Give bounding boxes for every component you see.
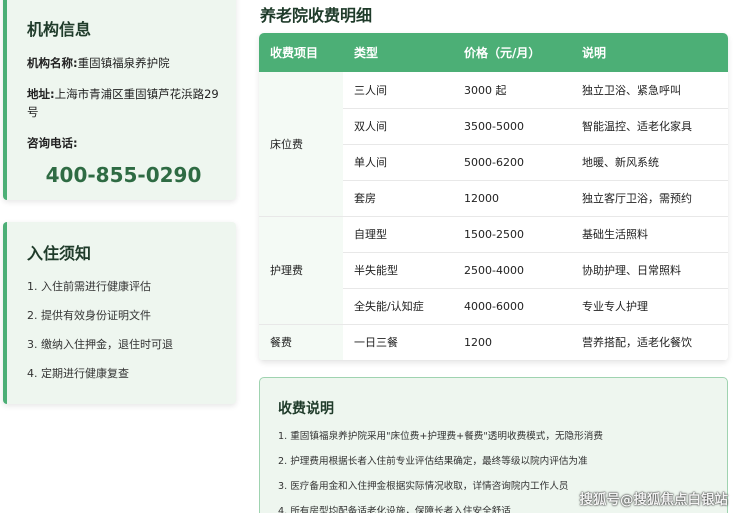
- notice-item: 3. 缴纳入住押金，退住时可退: [27, 338, 173, 351]
- info-name-label: 机构名称:: [27, 56, 78, 70]
- fee-table: 收费项目 类型 价格（元/月） 说明 床位费 三人间 3000 起 独立卫浴、紧…: [259, 33, 728, 361]
- notice-card: 入住须知 1. 入住前需进行健康评估 2. 提供有效身份证明文件 3. 缴纳入住…: [3, 222, 236, 404]
- header-price: 价格（元/月）: [453, 33, 571, 72]
- fees-title: 养老院收费明细: [260, 6, 373, 25]
- cell-type: 半失能型: [343, 252, 453, 289]
- info-name-value: 重固镇福泉养护院: [77, 56, 170, 70]
- group-meal: 餐费: [259, 324, 343, 361]
- cell-note: 协助护理、日常照料: [571, 252, 728, 289]
- cell-type: 自理型: [343, 216, 453, 253]
- info-address-label: 地址:: [27, 87, 55, 101]
- cell-note: 地暖、新风系统: [571, 144, 728, 181]
- cell-note: 独立客厅卫浴，需预约: [571, 180, 728, 217]
- info-name: 机构名称:重固镇福泉养护院: [27, 54, 220, 72]
- header-note: 说明: [571, 33, 728, 72]
- cell-type: 单人间: [343, 144, 453, 181]
- table-row: 护理费 自理型 1500-2500 基础生活照料: [259, 216, 728, 325]
- group-bed: 床位费: [259, 72, 343, 217]
- phone-number[interactable]: 400-855-0290: [27, 163, 220, 187]
- fee-note-item: 1. 重固镇福泉养护院采用"床位费+护理费+餐费"透明收费模式，无隐形消费: [278, 431, 603, 442]
- notice-item: 2. 提供有效身份证明文件: [27, 309, 151, 322]
- cell-note: 专业专人护理: [571, 288, 728, 325]
- watermark: 搜狐号@搜狐焦点白银站: [579, 492, 729, 508]
- cell-note: 营养搭配，适老化餐饮: [571, 324, 728, 361]
- cell-price: 5000-6200: [453, 144, 571, 181]
- cell-note: 智能温控、适老化家具: [571, 108, 728, 145]
- cell-type: 套房: [343, 180, 453, 217]
- table-row: 餐费 一日三餐 1200 营养搭配，适老化餐饮: [259, 324, 728, 361]
- cell-price: 4000-6000: [453, 288, 571, 325]
- header-item: 收费项目: [259, 33, 343, 72]
- cell-type: 一日三餐: [343, 324, 453, 361]
- cell-price: 1200: [453, 324, 571, 361]
- notice-title: 入住须知: [27, 244, 92, 263]
- table-row: 床位费 三人间 3000 起 独立卫浴、紧急呼叫: [259, 72, 728, 217]
- info-card: 机构信息 机构名称:重固镇福泉养护院 地址:上海市青浦区重固镇芦花浜路29号 咨…: [3, 0, 236, 200]
- info-address: 地址:上海市青浦区重固镇芦花浜路29号: [27, 85, 220, 121]
- info-phone: 咨询电话:: [27, 134, 220, 152]
- fee-note-item: 2. 护理费用根据长者入住前专业评估结果确定，最终等级以院内评估为准: [278, 456, 588, 467]
- cell-note: 独立卫浴、紧急呼叫: [571, 72, 728, 109]
- table-header-row: 收费项目 类型 价格（元/月） 说明: [259, 33, 728, 72]
- header-type: 类型: [343, 33, 453, 72]
- fee-note-title: 收费说明: [278, 401, 334, 417]
- cell-type: 全失能/认知症: [343, 288, 453, 325]
- info-phone-label: 咨询电话:: [27, 136, 78, 150]
- cell-price: 3500-5000: [453, 108, 571, 145]
- cell-type: 三人间: [343, 72, 453, 109]
- info-title: 机构信息: [27, 20, 92, 39]
- cell-price: 2500-4000: [453, 252, 571, 289]
- notice-item: 4. 定期进行健康复查: [27, 367, 129, 380]
- cell-price: 1500-2500: [453, 216, 571, 253]
- cell-type: 双人间: [343, 108, 453, 145]
- cell-price: 12000: [453, 180, 571, 217]
- cell-note: 基础生活照料: [571, 216, 728, 253]
- info-address-value: 上海市青浦区重固镇芦花浜路29号: [27, 87, 219, 119]
- group-care: 护理费: [259, 216, 343, 325]
- notice-item: 1. 入住前需进行健康评估: [27, 280, 151, 293]
- cell-price: 3000 起: [453, 72, 571, 109]
